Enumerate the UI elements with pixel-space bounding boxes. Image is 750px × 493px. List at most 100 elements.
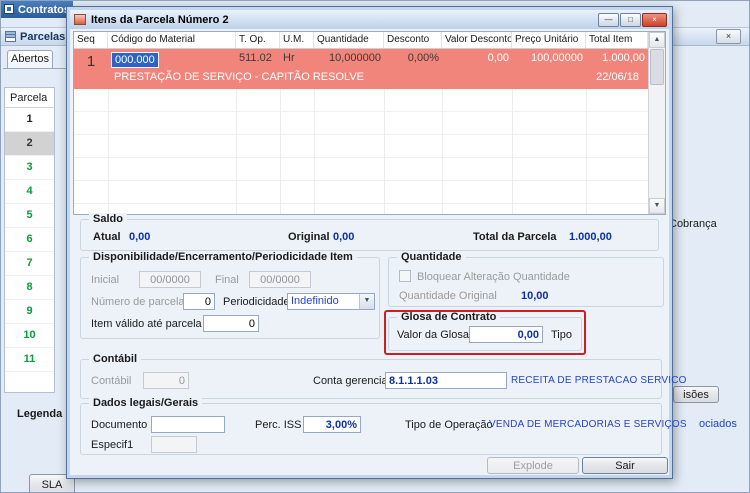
grid-cell-quantidade[interactable]: 10,000000 [314, 52, 384, 68]
saldo-original-label: Original [288, 231, 330, 243]
dialog-icon [74, 14, 86, 25]
grid-cell-preco-unitario[interactable]: 100,00000 [512, 52, 586, 68]
parcela-row-9[interactable]: 9 [5, 300, 54, 324]
codigo-selected-text[interactable]: 000.000 [111, 52, 159, 68]
scroll-down-button[interactable]: ▼ [649, 198, 665, 214]
chevron-down-icon[interactable]: ▼ [359, 294, 374, 309]
conta-gerencial-field[interactable] [385, 372, 507, 389]
grid-row-selected[interactable]: 1 000.000 511.02 Hr 10,000000 0,00% 0,00… [74, 49, 665, 89]
cobranca-label: Cobrança [669, 218, 717, 230]
inicial-field[interactable] [139, 271, 201, 288]
grid-col-desconto[interactable]: Desconto [384, 32, 442, 48]
valor-glosa-field[interactable] [469, 326, 543, 343]
periodicidade-label: Periodicidade [223, 296, 290, 308]
grid-vertical-scrollbar[interactable]: ▲ ▼ [648, 32, 665, 214]
grid-col-um[interactable]: U.M. [280, 32, 314, 48]
tipo-operacao-label: Tipo de Operação [405, 419, 493, 431]
bloquear-checkbox[interactable] [399, 270, 411, 282]
comissoes-button[interactable]: isões [673, 386, 719, 403]
parcela-row-6[interactable]: 6 [5, 228, 54, 252]
dialog-title: Itens da Parcela Número 2 [91, 14, 229, 26]
parcela-row-5[interactable]: 5 [5, 204, 54, 228]
grid-header-row: Seq Código do Material T. Op. U.M. Quant… [74, 32, 665, 49]
saldo-group: Saldo Atual 0,00 Original 0,00 Total da … [80, 219, 659, 251]
quantidade-original-label: Quantidade Original [399, 290, 497, 302]
parcela-row-4[interactable]: 4 [5, 180, 54, 204]
scrollbar-thumb[interactable] [650, 49, 664, 85]
final-label: Final [215, 274, 239, 286]
grid-empty-area[interactable] [74, 89, 648, 214]
sair-button[interactable]: Sair [582, 457, 668, 474]
grid-cell-top[interactable]: 511.02 [236, 52, 280, 68]
scroll-down-icon: ▼ [654, 202, 661, 209]
close-button[interactable]: × [642, 13, 667, 27]
contabil-field[interactable] [143, 372, 189, 389]
parcela-list-header: Parcela [5, 88, 54, 108]
parcela-row-11[interactable]: 11 [5, 348, 54, 372]
grid-col-seq[interactable]: Seq [74, 32, 108, 48]
especif1-label: Especif1 [91, 439, 133, 451]
contabil-group: Contábil Contábil Conta gerencial RECEIT… [80, 359, 662, 399]
grid-cell-data: 22/06/18 [596, 71, 639, 83]
minimize-button[interactable]: — [598, 13, 619, 27]
glosa-group: Glosa de Contrato Valor da Glosa Tipo [388, 317, 582, 351]
scroll-up-button[interactable]: ▲ [649, 32, 665, 48]
parcela-row-7[interactable]: 7 [5, 252, 54, 276]
saldo-atual-label: Atual [93, 231, 121, 243]
grid-gridline [236, 89, 237, 214]
close-icon: × [726, 31, 731, 41]
grid-cell-desconto[interactable]: 0,00% [384, 52, 442, 68]
grid-col-top[interactable]: T. Op. [236, 32, 280, 48]
disponibilidade-group-title: Disponibilidade/Encerramento/Periodicida… [89, 251, 357, 263]
num-parcelas-label: Número de parcelas [91, 296, 190, 308]
grid-cell-total-item[interactable]: 1.000,00 [586, 52, 648, 68]
grid-col-quantidade[interactable]: Quantidade [314, 32, 384, 48]
grid-col-total-item[interactable]: Total Item [586, 32, 648, 48]
saldo-group-title: Saldo [89, 213, 127, 225]
maximize-icon: □ [628, 15, 633, 24]
minimize-icon: — [605, 15, 613, 24]
perc-iss-field[interactable] [303, 416, 361, 433]
legenda-label: Legenda [17, 408, 62, 420]
app-window: Contratos Parcelas d... × Abertos Parcel… [0, 0, 750, 493]
associados-link[interactable]: ociados [699, 418, 737, 430]
dados-legais-group: Dados legais/Gerais Documento Perc. ISS … [80, 403, 662, 455]
explode-button[interactable]: Explode [487, 457, 579, 474]
inicial-label: Inicial [91, 274, 119, 286]
tipo-operacao-value: VENDA DE MERCADORIAS E SERVIÇOS [489, 419, 687, 430]
parcela-row-8[interactable]: 8 [5, 276, 54, 300]
grid-gridline [586, 89, 587, 214]
parcelas-close-button[interactable]: × [716, 29, 741, 44]
grid-cell-um[interactable]: Hr [280, 52, 314, 68]
documento-field[interactable] [151, 416, 225, 433]
grid-col-codigo[interactable]: Código do Material [108, 32, 236, 48]
saldo-total-label: Total da Parcela [473, 231, 557, 243]
periodicidade-value: Indefinido [288, 294, 359, 309]
parcela-row-1[interactable]: 1 [5, 108, 54, 132]
tab-baseline [3, 68, 66, 69]
maximize-button[interactable]: □ [620, 13, 641, 27]
parcela-row-10[interactable]: 10 [5, 324, 54, 348]
grid-col-preco-unitario[interactable]: Preço Unitário [512, 32, 586, 48]
app-icon [4, 4, 14, 14]
periodicidade-select[interactable]: Indefinido ▼ [287, 293, 375, 310]
especif1-field[interactable] [151, 436, 197, 453]
tab-abertos[interactable]: Abertos [7, 50, 53, 69]
contabil-label: Contábil [91, 375, 131, 387]
parcela-row-2-selected[interactable]: 2 [5, 132, 54, 156]
final-field[interactable] [249, 271, 311, 288]
grid-col-valor-desconto[interactable]: Valor Desconto [442, 32, 512, 48]
app-title: Contratos [18, 4, 70, 16]
grid-cell-codigo[interactable]: 000.000 [108, 52, 236, 68]
bloquear-label: Bloquear Alteração Quantidade [417, 271, 570, 283]
valor-glosa-label: Valor da Glosa [397, 329, 469, 341]
dados-legais-group-title: Dados legais/Gerais [89, 397, 202, 409]
item-valido-field[interactable] [203, 315, 259, 332]
grid-gridline [108, 89, 109, 214]
grid-cell-valor-desconto[interactable]: 0,00 [442, 52, 512, 68]
num-parcelas-field[interactable] [183, 293, 215, 310]
parcela-row-3[interactable]: 3 [5, 156, 54, 180]
dialog-titlebar[interactable]: Itens da Parcela Número 2 — □ × [70, 10, 669, 29]
conta-gerencial-label: Conta gerencial [313, 375, 390, 387]
scroll-up-icon: ▲ [654, 36, 661, 43]
